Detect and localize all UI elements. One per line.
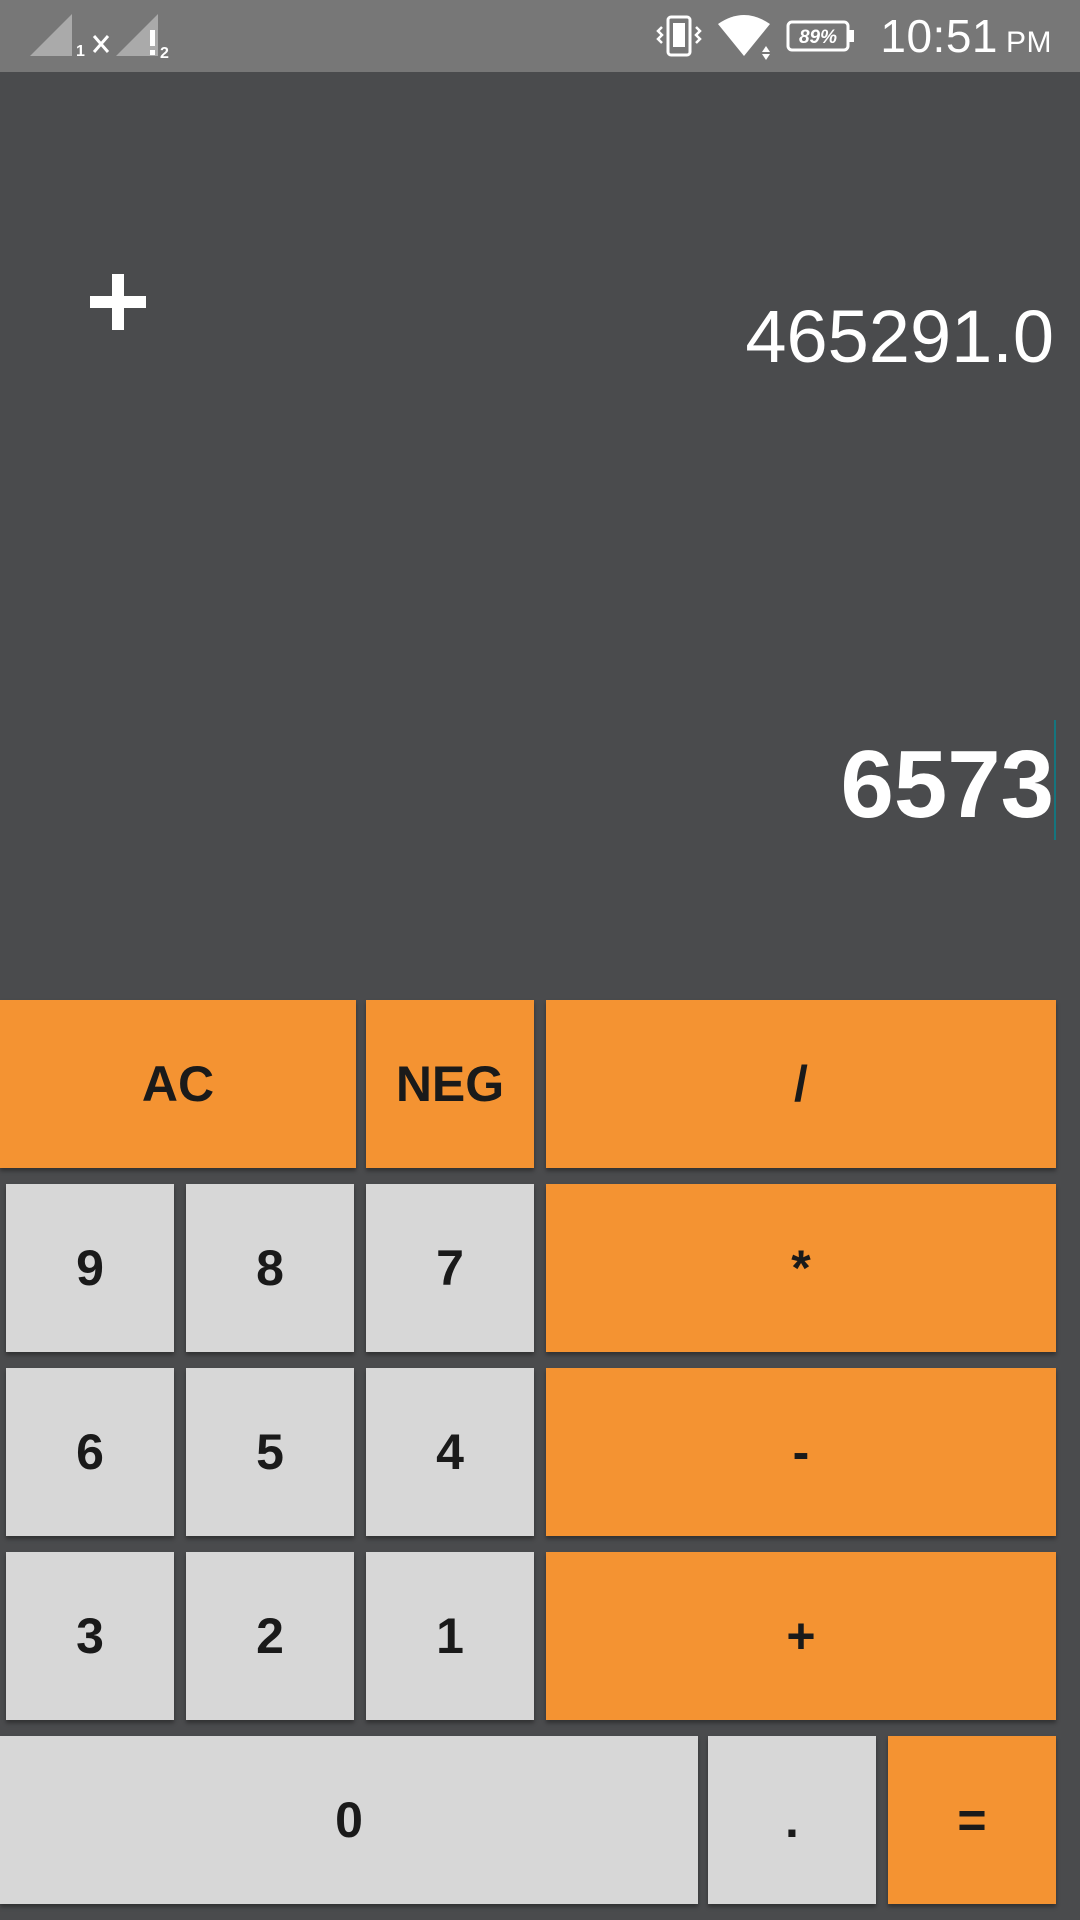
battery-icon: 89% <box>786 20 855 52</box>
negate-button[interactable]: NEG <box>366 1000 534 1168</box>
status-bar: 1 2 89% 10:51 PM <box>0 0 1080 72</box>
digit-0-button[interactable]: 0 <box>0 1736 698 1904</box>
status-right-icons: 89% 10:51 PM <box>656 10 1052 62</box>
signal-icons: 1 2 <box>30 14 169 62</box>
digit-6-button[interactable]: 6 <box>6 1368 174 1536</box>
digit-8-button[interactable]: 8 <box>186 1184 354 1352</box>
plus-icon <box>90 274 146 330</box>
digit-5-button[interactable]: 5 <box>186 1368 354 1536</box>
battery-percent: 89% <box>799 27 837 48</box>
wifi-icon <box>718 15 771 60</box>
equals-button[interactable]: = <box>888 1736 1056 1904</box>
subtract-button[interactable]: - <box>546 1368 1056 1536</box>
operator-indicator <box>88 272 148 332</box>
current-value[interactable]: 6573 <box>840 730 1054 840</box>
sim1-label: 1 <box>76 43 85 60</box>
clock: 10:51 PM <box>880 9 1052 63</box>
decimal-button[interactable]: . <box>708 1736 876 1904</box>
add-button[interactable]: + <box>546 1552 1056 1720</box>
previous-value: 465291.0 <box>745 295 1054 378</box>
no-data-icon <box>92 35 110 53</box>
status-left-icons: 1 2 <box>28 12 178 62</box>
vibrate-icon <box>656 15 703 57</box>
signal-sim1-icon <box>30 14 72 56</box>
clock-ampm: PM <box>1006 26 1052 59</box>
divide-button[interactable]: / <box>546 1000 1056 1168</box>
clock-time: 10:51 <box>880 10 998 62</box>
signal-sim2-icon <box>116 14 158 56</box>
digit-4-button[interactable]: 4 <box>366 1368 534 1536</box>
calculator-display: 465291.0 6573 <box>0 72 1080 1000</box>
digit-9-button[interactable]: 9 <box>6 1184 174 1352</box>
multiply-button[interactable]: * <box>546 1184 1056 1352</box>
digit-2-button[interactable]: 2 <box>186 1552 354 1720</box>
clear-button[interactable]: AC <box>0 1000 356 1168</box>
digit-7-button[interactable]: 7 <box>366 1184 534 1352</box>
sim2-label: 2 <box>160 45 169 60</box>
digit-3-button[interactable]: 3 <box>6 1552 174 1720</box>
text-cursor <box>1054 720 1056 840</box>
digit-1-button[interactable]: 1 <box>366 1552 534 1720</box>
